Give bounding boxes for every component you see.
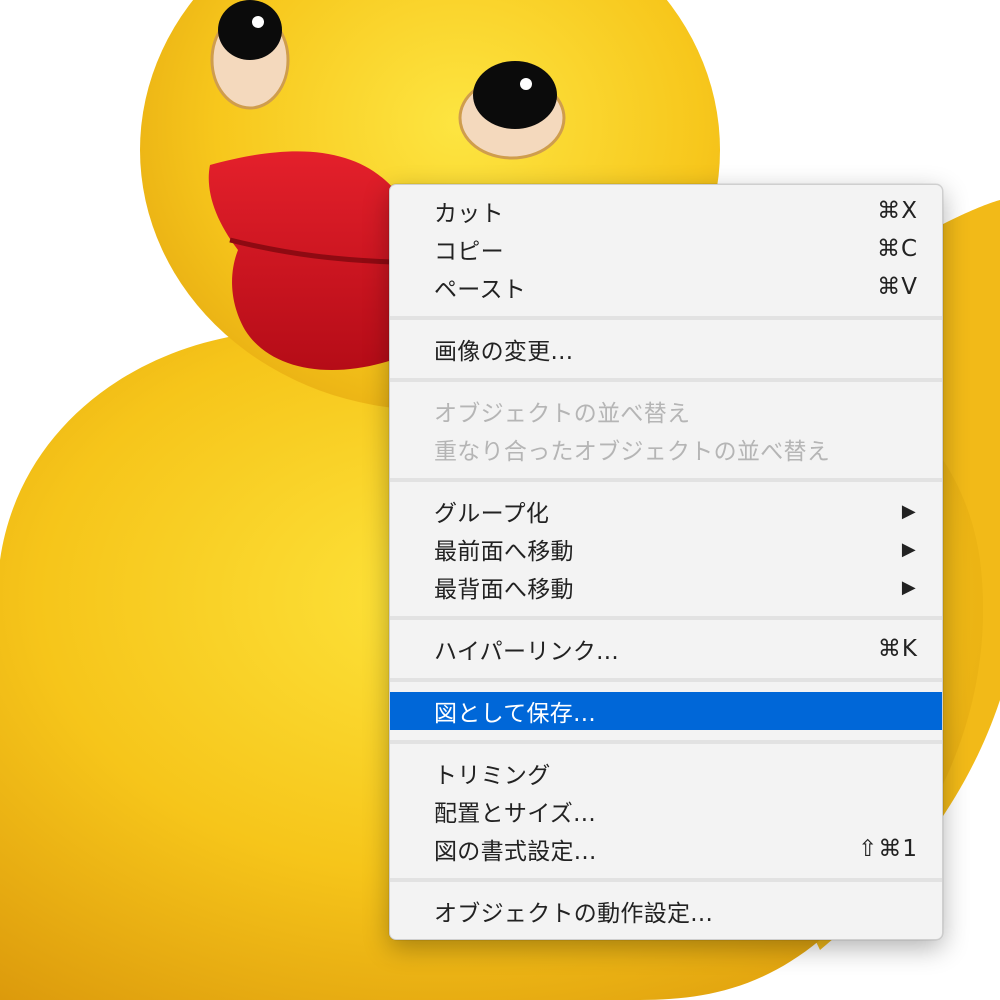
menu-item-label: カット bbox=[434, 201, 504, 227]
menu-item[interactable]: カット ⌘X bbox=[390, 192, 942, 230]
menu-item-label: 配置とサイズ... bbox=[434, 801, 596, 827]
menu-separator bbox=[390, 616, 942, 620]
menu-item-label: オブジェクトの動作設定... bbox=[434, 901, 714, 927]
menu-item-shortcut: ⌘V bbox=[877, 274, 918, 300]
menu-item-label: グループ化 bbox=[434, 501, 550, 527]
menu-item[interactable]: コピー ⌘C bbox=[390, 230, 942, 268]
menu-item-label: 重なり合ったオブジェクトの並べ替え bbox=[434, 439, 831, 465]
menu-item[interactable]: 最背面へ移動 ▶ bbox=[390, 568, 942, 606]
menu-separator bbox=[390, 478, 942, 482]
menu-item-label: 最前面へ移動 bbox=[434, 539, 574, 565]
menu-item-shortcut: ⌘X bbox=[877, 198, 918, 224]
menu-item-label: 図として保存... bbox=[434, 701, 596, 727]
menu-item: オブジェクトの並べ替え bbox=[390, 392, 942, 430]
menu-separator bbox=[390, 878, 942, 882]
menu-item[interactable]: 図の書式設定... ⇧⌘1 bbox=[390, 830, 942, 868]
menu-item-label: 図の書式設定... bbox=[434, 839, 597, 865]
submenu-arrow-icon: ▶ bbox=[901, 576, 916, 598]
duck-eye-left bbox=[210, 0, 290, 110]
menu-item-label: 最背面へ移動 bbox=[434, 577, 574, 603]
menu-item[interactable]: トリミング bbox=[390, 754, 942, 792]
context-menu: カット ⌘X コピー ⌘C ペースト ⌘V 画像の変更... オブジェクトの並べ替え重なり合っ… bbox=[389, 184, 943, 940]
menu-item[interactable]: 最前面へ移動 ▶ bbox=[390, 530, 942, 568]
menu-separator bbox=[390, 678, 942, 682]
menu-item-label: ペースト bbox=[434, 277, 527, 303]
menu-item[interactable]: オブジェクトの動作設定... bbox=[390, 892, 942, 930]
menu-item-label: 画像の変更... bbox=[434, 339, 574, 365]
submenu-arrow-icon: ▶ bbox=[901, 538, 916, 560]
menu-item-label: トリミング bbox=[434, 763, 551, 789]
menu-separator bbox=[390, 740, 942, 744]
submenu-arrow-icon: ▶ bbox=[901, 500, 916, 522]
menu-item-shortcut: ⇧⌘1 bbox=[858, 836, 918, 862]
menu-item[interactable]: 配置とサイズ... bbox=[390, 792, 942, 830]
menu-item[interactable]: 図として保存... bbox=[390, 692, 942, 730]
menu-item-shortcut: ⌘K bbox=[877, 636, 918, 662]
menu-separator bbox=[390, 316, 942, 320]
menu-item[interactable]: 画像の変更... bbox=[390, 330, 942, 368]
menu-item: 重なり合ったオブジェクトの並べ替え bbox=[390, 430, 942, 468]
menu-item-label: ハイパーリンク... bbox=[434, 639, 620, 665]
menu-item-label: コピー bbox=[434, 239, 504, 265]
menu-item[interactable]: ハイパーリンク... ⌘K bbox=[390, 630, 942, 668]
menu-item-label: オブジェクトの並べ替え bbox=[434, 401, 691, 427]
menu-item[interactable]: グループ化 ▶ bbox=[390, 492, 942, 530]
menu-item[interactable]: ペースト ⌘V bbox=[390, 268, 942, 306]
menu-item-shortcut: ⌘C bbox=[876, 236, 918, 262]
menu-separator bbox=[390, 378, 942, 382]
